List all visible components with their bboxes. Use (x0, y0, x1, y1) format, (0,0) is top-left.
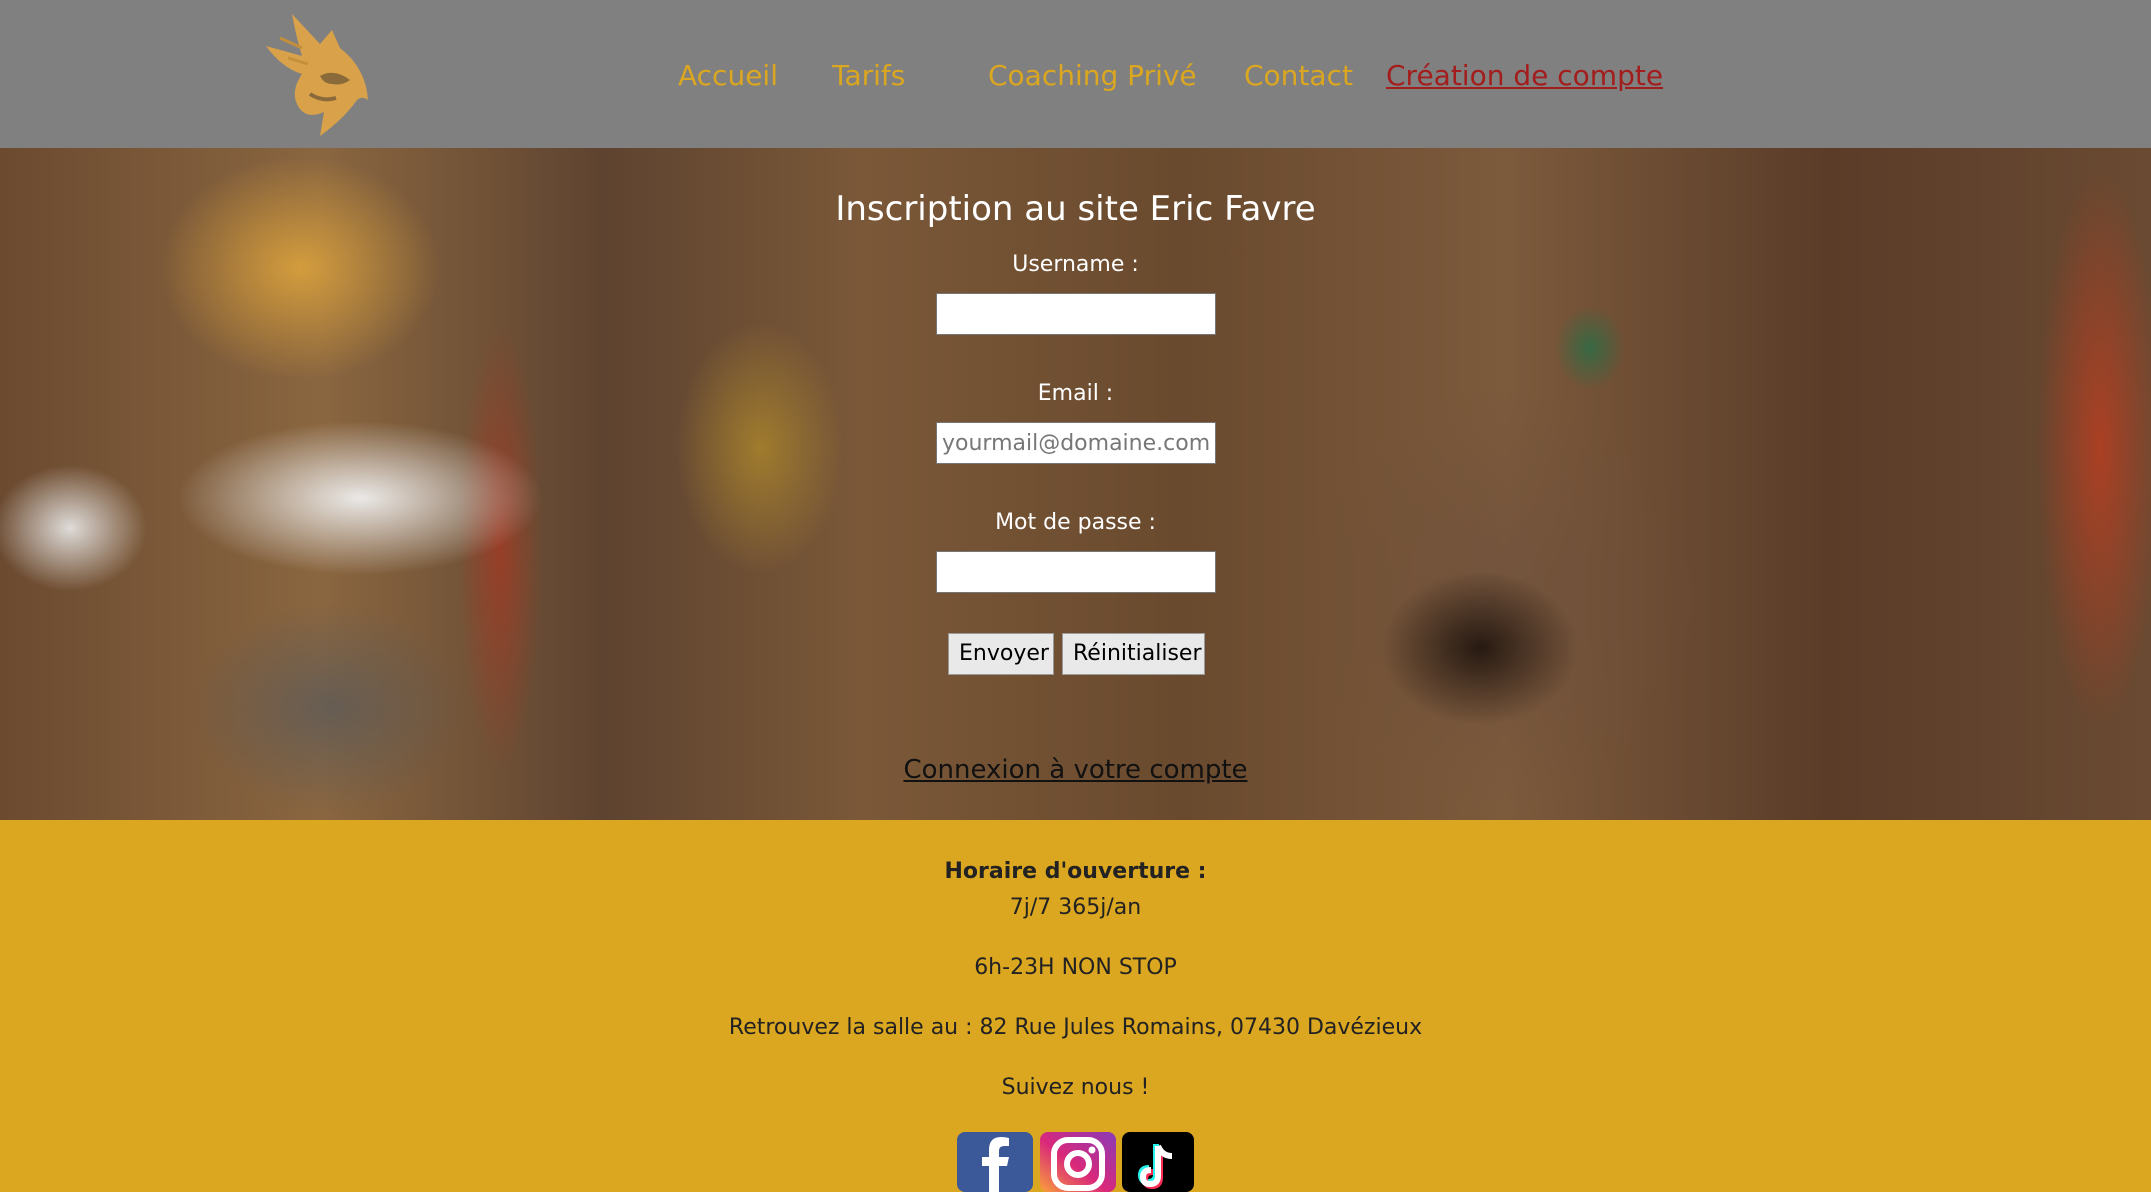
login-link-wrapper: Connexion à votre compte (0, 752, 2151, 788)
nav-creation-compte[interactable]: Création de compte (1386, 56, 1663, 96)
username-label: Username : (1012, 252, 1139, 277)
username-input[interactable] (936, 293, 1216, 335)
password-label: Mot de passe : (995, 510, 1156, 535)
hours-text: 6h-23H NON STOP (974, 955, 1177, 980)
nav-contact[interactable]: Contact (1244, 56, 1353, 96)
form-title: Inscription au site Eric Favre (835, 189, 1316, 229)
days-text: 7j/7 365j/an (1009, 895, 1142, 920)
registration-form: Inscription au site Eric Favre Username … (0, 148, 2151, 820)
email-input[interactable] (936, 422, 1216, 464)
follow-text: Suivez nous ! (1001, 1075, 1150, 1100)
submit-button[interactable]: Envoyer (948, 633, 1054, 675)
reset-button[interactable]: Réinitialiser (1062, 633, 1205, 675)
tiktok-icon[interactable] (1122, 1132, 1194, 1192)
facebook-icon[interactable] (957, 1132, 1033, 1192)
email-label: Email : (1037, 381, 1114, 406)
instagram-icon[interactable] (1040, 1132, 1116, 1192)
lynx-logo-icon[interactable] (262, 8, 382, 140)
login-link[interactable]: Connexion à votre compte (903, 755, 1247, 785)
site-footer: Horaire d'ouverture : 7j/7 365j/an 6h-23… (0, 820, 2151, 1192)
password-input[interactable] (936, 551, 1216, 593)
nav-coaching-prive[interactable]: Coaching Privé (988, 56, 1197, 96)
address-text: Retrouvez la salle au : 82 Rue Jules Rom… (728, 1015, 1423, 1040)
hours-title: Horaire d'ouverture : (944, 859, 1207, 884)
nav-tarifs[interactable]: Tarifs (832, 56, 905, 96)
nav-accueil[interactable]: Accueil (678, 56, 778, 96)
hero-section: Inscription au site Eric Favre Username … (0, 148, 2151, 820)
site-header: Accueil Tarifs Coaching Privé Contact Cr… (0, 0, 2151, 148)
